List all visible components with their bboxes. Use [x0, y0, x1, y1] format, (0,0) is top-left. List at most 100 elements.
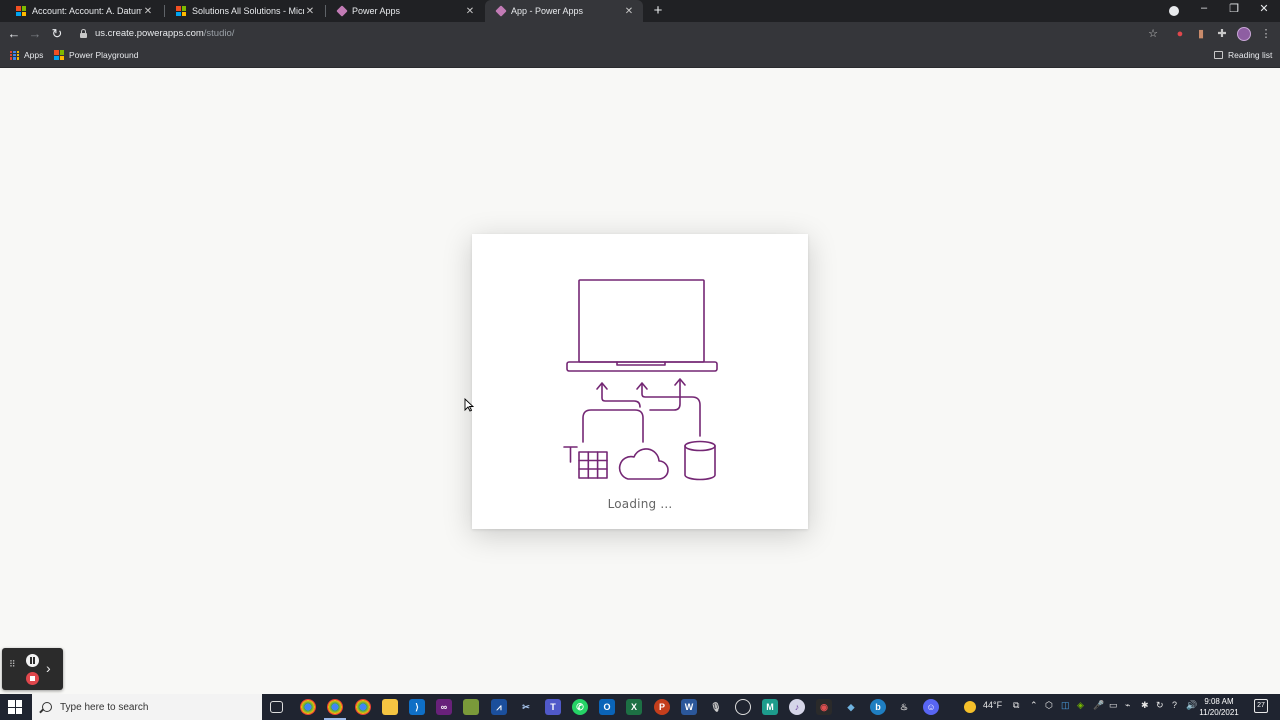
bookmarks-bar: Apps Power Playground Reading list	[0, 46, 1280, 68]
notepad-icon[interactable]	[463, 699, 479, 715]
vs-code-icon[interactable]: ⟩	[409, 699, 425, 715]
close-icon[interactable]: ✕	[623, 6, 635, 17]
record-app-icon[interactable]: ◉	[816, 699, 832, 715]
outlook-icon[interactable]: O	[599, 699, 615, 715]
tab-title: Account: Account: A. Datum Corp	[32, 6, 142, 16]
close-icon[interactable]: ✕	[142, 6, 154, 17]
extension-record-icon[interactable]: ●	[1173, 27, 1187, 41]
taskbar-search-box[interactable]: Type here to search	[32, 694, 262, 720]
url-host: us.create.powerapps.com	[95, 28, 204, 39]
close-icon[interactable]: ✕	[464, 6, 476, 17]
tray-overflow-icon[interactable]: ⌃	[1030, 700, 1038, 711]
taskbar-clock[interactable]: 9:08 AM 11/20/2021	[1196, 696, 1242, 718]
extension-icon[interactable]: ▮	[1194, 27, 1208, 41]
word-icon[interactable]: W	[681, 699, 697, 715]
tab-power-apps[interactable]: Power Apps ✕	[326, 0, 484, 22]
whatsapp-icon[interactable]: ✆	[572, 699, 588, 715]
tab-account[interactable]: Account: Account: A. Datum Corp ✕	[4, 0, 162, 22]
visual-studio-icon[interactable]: ∞	[436, 699, 452, 715]
tray-network-icon[interactable]: ⬡	[1045, 700, 1053, 711]
power-apps-icon	[495, 5, 507, 17]
window-close-icon[interactable]: ✕	[1254, 2, 1274, 15]
bookmark-star-icon[interactable]: ☆	[1146, 27, 1160, 41]
drag-handle-icon[interactable]: ⠿	[9, 660, 16, 669]
lock-icon[interactable]	[80, 29, 87, 38]
tray-help-icon[interactable]: ?	[1172, 700, 1177, 710]
studio-page: Loading ... ⠿ ›	[0, 68, 1280, 694]
windows-taskbar: Type here to search ⟩ ∞ ⩘ ✂ T ✆ O X P W …	[0, 694, 1280, 720]
powerpoint-icon[interactable]: P	[654, 699, 670, 715]
cloud-icon	[618, 448, 669, 480]
laptop-icon	[566, 279, 718, 372]
mouse-cursor-icon	[464, 398, 474, 412]
editor-app-icon[interactable]: M	[762, 699, 778, 715]
profile-avatar[interactable]	[1237, 27, 1251, 41]
weather-temperature[interactable]: 44°F	[983, 700, 1002, 710]
minimize-icon[interactable]: –	[1194, 2, 1214, 14]
tray-display-icon[interactable]: ▭	[1109, 700, 1118, 711]
discord-icon[interactable]: ☺	[923, 699, 939, 715]
address-bar[interactable]: us.create.powerapps.com/studio/	[95, 28, 234, 39]
browser-toolbar: ← → ↻ us.create.powerapps.com/studio/ ☆ …	[0, 22, 1280, 46]
search-icon	[42, 702, 52, 712]
bookmark-label: Power Playground	[69, 50, 139, 60]
tray-usb-icon[interactable]: ⌁	[1125, 700, 1130, 711]
tray-app-icon[interactable]: ⧉	[1013, 700, 1019, 711]
reading-list-label: Reading list	[1228, 50, 1273, 60]
tab-title: Power Apps	[352, 6, 401, 16]
back-icon[interactable]: ←	[6, 26, 22, 42]
pause-icon[interactable]	[26, 654, 39, 667]
notification-center-icon[interactable]: 27	[1254, 699, 1268, 713]
bookmark-power-playground[interactable]: Power Playground	[54, 50, 138, 60]
chrome-profile-icon[interactable]	[324, 699, 346, 720]
excel-icon[interactable]: X	[626, 699, 642, 715]
itunes-icon[interactable]: ♪	[789, 699, 805, 715]
tray-bluetooth-icon[interactable]: ✱	[1141, 700, 1149, 711]
bookmark-apps[interactable]: Apps	[10, 50, 43, 60]
tab-search-icon[interactable]	[1169, 6, 1179, 16]
upload-arrows-icon	[582, 378, 701, 443]
tray-microphone-icon[interactable]: 🎤	[1093, 700, 1104, 711]
more-menu-icon[interactable]: ⋮	[1259, 27, 1273, 41]
teams-icon[interactable]: T	[545, 699, 561, 715]
snipping-tool-icon[interactable]: ✂	[518, 699, 534, 715]
task-view-icon[interactable]	[270, 701, 283, 713]
chrome-icon[interactable]	[300, 699, 316, 715]
tray-outlook-icon[interactable]: ◫	[1061, 700, 1070, 711]
reload-icon[interactable]: ↻	[49, 26, 65, 42]
stop-recording-icon[interactable]	[26, 672, 39, 685]
text-table-icon	[563, 446, 608, 479]
chrome-alt-icon[interactable]	[355, 699, 371, 715]
power-apps-icon	[336, 5, 348, 17]
screen-recorder-widget: ⠿ ›	[2, 648, 63, 690]
microsoft-icon	[16, 6, 26, 16]
forward-icon[interactable]: →	[27, 26, 43, 42]
loading-status-text: Loading ...	[607, 497, 673, 511]
bing-app-icon[interactable]: b	[870, 699, 886, 715]
windows-start-icon[interactable]	[8, 700, 22, 714]
steam-icon[interactable]: ♨	[896, 699, 912, 715]
tab-app-power-apps[interactable]: App - Power Apps ✕	[485, 0, 643, 22]
microphone-app-icon[interactable]: 🎙	[708, 699, 724, 715]
tray-nvidia-icon[interactable]: ◈	[1077, 700, 1084, 711]
reading-list-button[interactable]: Reading list	[1214, 50, 1272, 60]
chart-app-icon[interactable]: ⩘	[491, 699, 507, 715]
microsoft-icon	[54, 50, 64, 60]
restore-icon[interactable]: ❐	[1224, 2, 1244, 15]
diamond-app-icon[interactable]: ◆	[843, 699, 859, 715]
weather-sun-icon[interactable]	[964, 701, 976, 713]
extensions-puzzle-icon[interactable]: ✚	[1215, 27, 1229, 41]
clock-time: 9:08 AM	[1204, 697, 1234, 706]
obs-icon[interactable]	[735, 699, 751, 715]
tray-sync-icon[interactable]: ↻	[1156, 700, 1164, 711]
close-icon[interactable]: ✕	[304, 6, 316, 17]
tab-solutions[interactable]: Solutions All Solutions - Microsoft ✕	[164, 0, 324, 22]
url-path: /studio/	[203, 28, 235, 39]
search-placeholder: Type here to search	[60, 701, 149, 713]
chevron-right-icon[interactable]: ›	[46, 660, 51, 676]
file-explorer-icon[interactable]	[382, 699, 398, 715]
app-loading-illustration	[563, 279, 718, 481]
apps-grid-icon	[10, 50, 19, 60]
new-tab-button[interactable]: +	[650, 2, 666, 19]
tab-title: Solutions All Solutions - Microsoft	[192, 6, 304, 16]
